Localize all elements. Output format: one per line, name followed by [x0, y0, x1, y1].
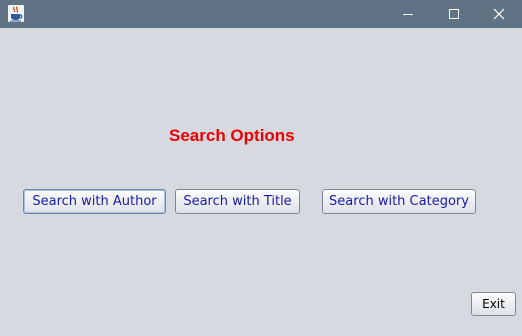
application-window: Search Options Search with Author Search…: [0, 0, 522, 336]
maximize-icon: [449, 9, 459, 19]
search-category-button[interactable]: Search with Category: [322, 189, 476, 214]
minimize-icon: [403, 14, 413, 15]
title-bar[interactable]: [0, 0, 522, 28]
minimize-button[interactable]: [385, 0, 431, 28]
close-icon: [493, 8, 505, 20]
close-button[interactable]: [476, 0, 522, 28]
search-options-heading: Search Options: [169, 126, 295, 145]
search-title-button[interactable]: Search with Title: [175, 189, 300, 214]
search-author-button[interactable]: Search with Author: [23, 189, 166, 214]
exit-button[interactable]: Exit: [471, 292, 516, 316]
maximize-button[interactable]: [431, 0, 477, 28]
java-cup-icon: [8, 5, 24, 22]
